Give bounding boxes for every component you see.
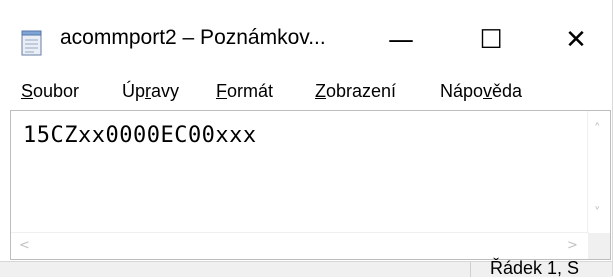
minimize-button[interactable]: — xyxy=(378,20,424,60)
scroll-right-icon[interactable]: > xyxy=(567,239,578,252)
menu-bar: Soubor Úpravy Formát Zobrazení Nápověda xyxy=(0,74,612,108)
close-button[interactable]: ✕ xyxy=(553,20,599,60)
menu-upravy[interactable]: Úpravy xyxy=(122,81,179,102)
menu-format[interactable]: Formát xyxy=(216,81,273,102)
menu-zobrazeni[interactable]: Zobrazení xyxy=(315,81,396,102)
horizontal-scrollbar[interactable]: < > xyxy=(11,232,589,259)
maximize-button[interactable]: ☐ xyxy=(468,20,514,60)
notepad-window: acommport2 – Poznámkov... — ☐ ✕ Soubor Ú… xyxy=(0,0,613,278)
status-bar: Řádek 1, S xyxy=(0,258,612,278)
menu-napoveda[interactable]: Nápověda xyxy=(440,81,522,102)
window-title: acommport2 – Poznámkov... xyxy=(60,26,326,49)
menu-soubor[interactable]: Soubor xyxy=(21,81,79,102)
status-divider xyxy=(470,262,471,277)
text-editor[interactable]: 15CZxx0000EC00xxx ˄ ˅ < > xyxy=(10,110,611,260)
vertical-scrollbar[interactable]: ˄ ˅ xyxy=(587,111,610,233)
editor-content[interactable]: 15CZxx0000EC00xxx xyxy=(23,123,257,148)
title-bar[interactable]: acommport2 – Poznámkov... — ☐ ✕ xyxy=(0,0,612,72)
scroll-up-icon[interactable]: ˄ xyxy=(594,123,601,136)
notepad-icon xyxy=(21,30,42,56)
scroll-down-icon[interactable]: ˅ xyxy=(594,207,601,220)
scroll-left-icon[interactable]: < xyxy=(19,239,30,252)
scroll-corner xyxy=(588,233,610,259)
